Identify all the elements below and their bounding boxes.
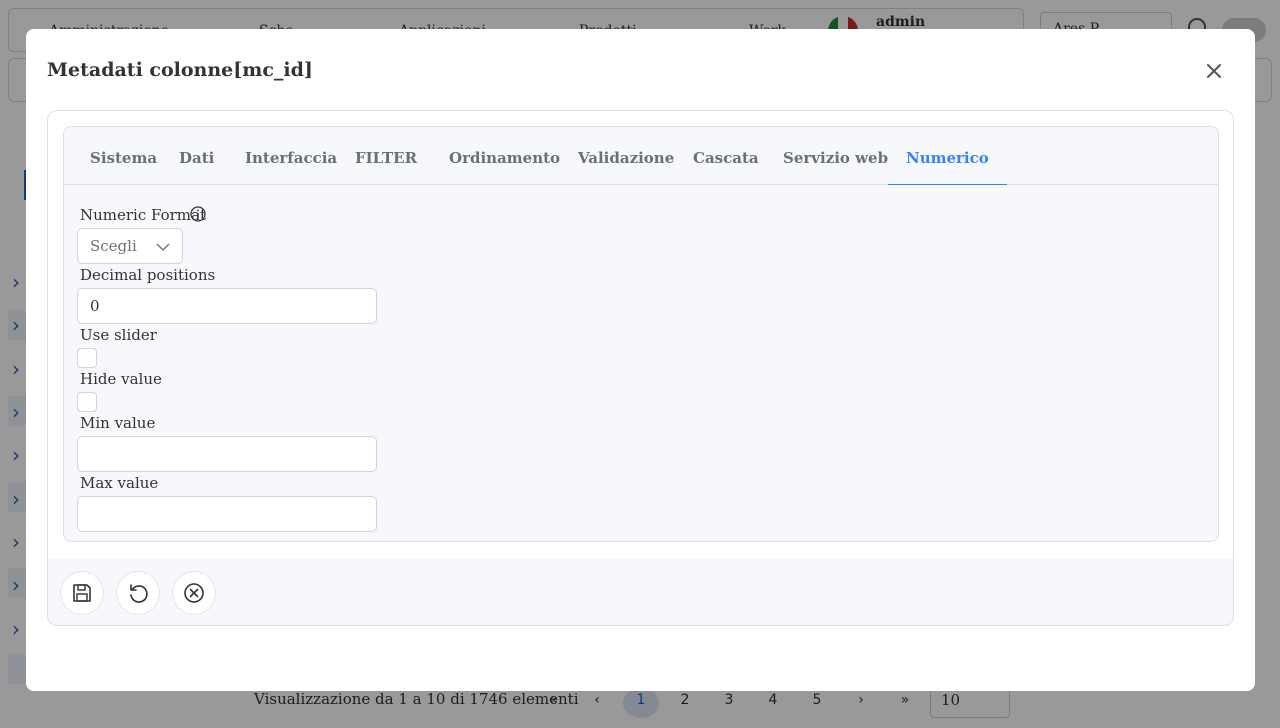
use-slider-label: Use slider bbox=[80, 326, 157, 344]
numeric-format-value: Scegli bbox=[90, 237, 137, 255]
min-value-label: Min value bbox=[80, 414, 156, 432]
reset-button[interactable] bbox=[116, 571, 160, 615]
tab-numerico[interactable]: Numerico bbox=[888, 127, 1007, 185]
numeric-form: Numeric Format Scegli Decimal positions bbox=[64, 186, 1218, 541]
tab-sistema[interactable]: Sistema bbox=[90, 127, 157, 185]
numeric-format-label: Numeric Format bbox=[80, 206, 207, 224]
cancel-icon bbox=[184, 583, 204, 603]
tab-bar: Sistema Dati Interfaccia FILTER Ordiname… bbox=[64, 127, 1218, 185]
hide-value-checkbox[interactable] bbox=[77, 392, 97, 412]
tab-filter[interactable]: FILTER bbox=[355, 127, 417, 185]
save-icon bbox=[73, 584, 91, 602]
tab-dati[interactable]: Dati bbox=[179, 127, 214, 185]
chevron-down-icon bbox=[156, 243, 170, 252]
dialog-panel: Sistema Dati Interfaccia FILTER Ordiname… bbox=[47, 110, 1234, 626]
info-icon[interactable] bbox=[190, 206, 206, 222]
close-icon[interactable] bbox=[1200, 57, 1228, 85]
max-value-label: Max value bbox=[80, 474, 159, 492]
dialog-body: Sistema Dati Interfaccia FILTER Ordiname… bbox=[48, 111, 1233, 559]
cancel-button[interactable] bbox=[172, 571, 216, 615]
tab-interfaccia[interactable]: Interfaccia bbox=[245, 127, 337, 185]
dialog-title: Metadati colonne[mc_id] bbox=[47, 59, 313, 81]
save-button[interactable] bbox=[60, 571, 104, 615]
decimal-positions-label: Decimal positions bbox=[80, 266, 216, 284]
numeric-format-select[interactable]: Scegli bbox=[77, 228, 183, 264]
tab-validazione[interactable]: Validazione bbox=[578, 127, 674, 185]
max-value-input[interactable] bbox=[77, 496, 377, 532]
tab-container: Sistema Dati Interfaccia FILTER Ordiname… bbox=[63, 126, 1219, 542]
decimal-positions-input[interactable] bbox=[77, 288, 377, 324]
tab-ordinamento[interactable]: Ordinamento bbox=[449, 127, 560, 185]
hide-value-label: Hide value bbox=[80, 370, 162, 388]
reset-icon bbox=[130, 584, 148, 603]
tab-cascata[interactable]: Cascata bbox=[693, 127, 759, 185]
min-value-input[interactable] bbox=[77, 436, 377, 472]
use-slider-checkbox[interactable] bbox=[77, 348, 97, 368]
column-metadata-dialog: Metadati colonne[mc_id] Sistema Dati Int… bbox=[26, 29, 1255, 691]
tab-servizio-web[interactable]: Servizio web bbox=[783, 127, 888, 185]
